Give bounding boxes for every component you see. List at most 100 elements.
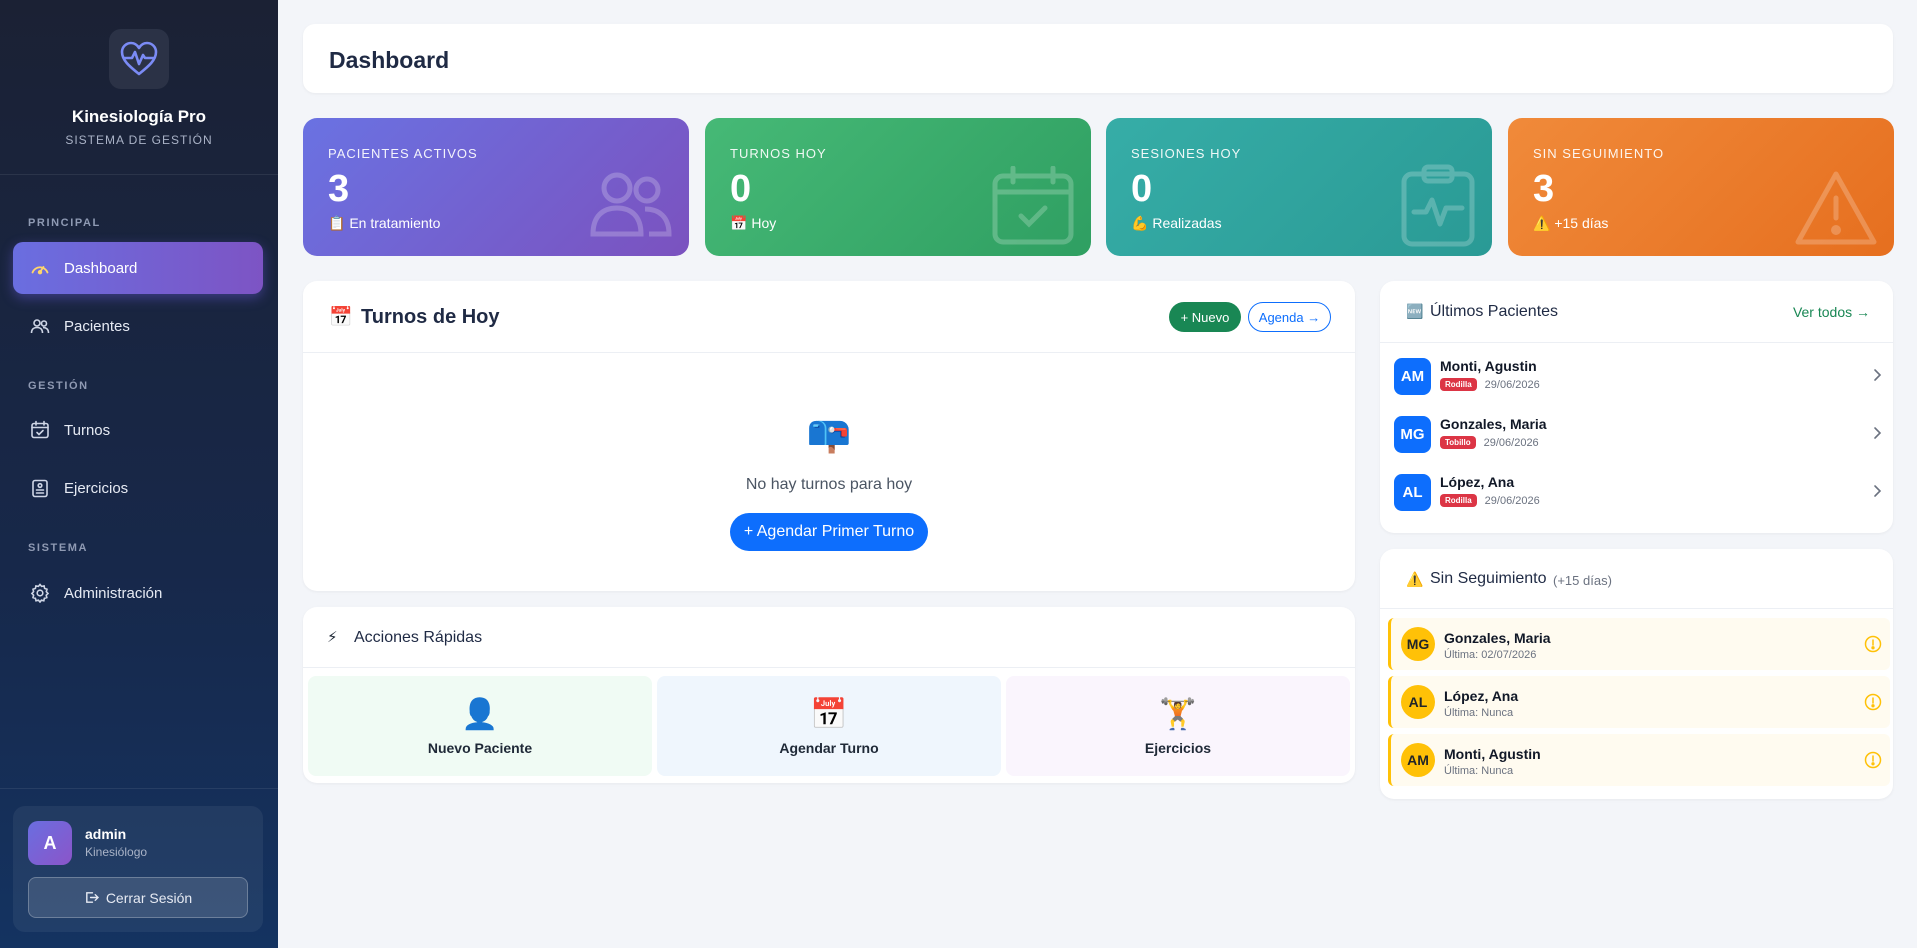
agendar-primer-turno-button[interactable]: + Agendar Primer Turno bbox=[730, 513, 928, 551]
quick-action-label: Nuevo Paciente bbox=[427, 740, 533, 756]
brand-subtitle: SISTEMA DE GESTIÓN bbox=[65, 133, 213, 147]
diagnosis-badge: Rodilla bbox=[1440, 494, 1477, 507]
sidebar-item-label: Turnos bbox=[64, 421, 111, 439]
calendar-check-icon bbox=[31, 420, 49, 439]
sidebar-item-pacientes[interactable]: Pacientes bbox=[13, 300, 263, 352]
avatar: A bbox=[28, 821, 72, 865]
heart-pulse-logo-icon bbox=[109, 29, 169, 89]
avatar: AL bbox=[1394, 474, 1431, 511]
brand-title: Kinesiología Pro bbox=[71, 107, 207, 126]
quick-action-ejercicios[interactable]: 🏋️ Ejercicios bbox=[1006, 676, 1350, 776]
patient-name: Gonzales, Maria bbox=[1444, 630, 1551, 646]
nav-section-principal: PRINCIPAL bbox=[28, 217, 101, 229]
chevron-right-icon bbox=[1874, 369, 1882, 381]
avatar: AM bbox=[1401, 743, 1435, 777]
sidebar-item-turnos[interactable]: Turnos bbox=[13, 404, 263, 456]
patient-name: Monti, Agustin bbox=[1444, 746, 1541, 762]
patient-name: López, Ana bbox=[1440, 474, 1515, 490]
stat-value: 3 bbox=[1533, 168, 1555, 210]
patient-date: 29/06/2026 bbox=[1483, 436, 1539, 449]
ultimos-pacientes-panel: 🆕 Últimos Pacientes Ver todos → AM Monti… bbox=[1380, 281, 1893, 533]
sidebar-divider bbox=[0, 788, 278, 789]
flexed-arm-icon: 💪 bbox=[1131, 215, 1149, 231]
alert-circle-icon bbox=[1864, 693, 1882, 711]
sidebar-item-label: Administración bbox=[64, 584, 163, 602]
nav-section-gestion: GESTIÓN bbox=[28, 380, 89, 392]
stat-value: 3 bbox=[328, 168, 350, 210]
logout-label: Cerrar Sesión bbox=[105, 889, 193, 906]
warning-icon: ⚠️ bbox=[1406, 571, 1424, 587]
warning-icon: ⚠️ bbox=[1533, 215, 1551, 231]
last-session: Última: 02/07/2026 bbox=[1444, 649, 1537, 661]
sidebar-item-label: Pacientes bbox=[64, 317, 130, 335]
patient-date: 29/06/2026 bbox=[1484, 378, 1540, 391]
list-item[interactable]: MG Gonzales, Maria Última: 02/07/2026 bbox=[1388, 618, 1890, 670]
user-card: A admin Kinesiólogo Cerrar Sesión bbox=[13, 806, 263, 932]
sin-seguimiento-header: ⚠️ Sin Seguimiento (+15 días) bbox=[1380, 549, 1893, 609]
users-icon bbox=[590, 172, 672, 237]
ver-todos-link[interactable]: Ver todos → bbox=[1793, 304, 1870, 320]
quick-action-label: Agendar Turno bbox=[779, 740, 879, 756]
quick-action-label: Ejercicios bbox=[1144, 740, 1212, 756]
list-item[interactable]: AL López, Ana Última: Nunca bbox=[1388, 676, 1890, 728]
sin-seguimiento-title: Sin Seguimiento bbox=[1430, 570, 1547, 587]
turnos-panel-header: 📅 Turnos de Hoy + Nuevo Agenda → bbox=[303, 281, 1355, 353]
stat-card-sin-seguimiento[interactable]: SIN SEGUIMIENTO 3 ⚠️ +15 días bbox=[1508, 118, 1894, 256]
avatar: AM bbox=[1394, 358, 1431, 395]
patient-name: Gonzales, Maria bbox=[1440, 416, 1547, 432]
stat-subtext: 📅 Hoy bbox=[730, 215, 777, 231]
stat-value: 0 bbox=[730, 168, 752, 210]
gauge-icon bbox=[31, 266, 49, 275]
patient-name: López, Ana bbox=[1444, 688, 1519, 704]
stat-label: SIN SEGUIMIENTO bbox=[1533, 146, 1665, 161]
avatar: MG bbox=[1394, 416, 1431, 453]
turnos-title: Turnos de Hoy bbox=[361, 306, 500, 328]
ultimos-pacientes-title: Últimos Pacientes bbox=[1430, 303, 1559, 320]
calendar-icon: 📅 bbox=[329, 307, 353, 328]
user-name: admin bbox=[85, 826, 127, 842]
patient-name: Monti, Agustin bbox=[1440, 358, 1537, 374]
new-badge-icon: 🆕 bbox=[1406, 303, 1424, 319]
quick-action-nuevo-paciente[interactable]: 👤 Nuevo Paciente bbox=[308, 676, 652, 776]
stat-card-pacientes-activos[interactable]: PACIENTES ACTIVOS 3 📋 En tratamiento bbox=[303, 118, 689, 256]
last-session: Última: Nunca bbox=[1444, 765, 1514, 777]
agenda-button[interactable]: Agenda → bbox=[1248, 302, 1331, 332]
nuevo-turno-button[interactable]: + Nuevo bbox=[1169, 302, 1241, 332]
person-icon: 👤 bbox=[461, 698, 499, 731]
empty-state-text: No hay turnos para hoy bbox=[745, 476, 913, 493]
stat-card-turnos-hoy[interactable]: TURNOS HOY 0 📅 Hoy bbox=[705, 118, 1091, 256]
sidebar: Kinesiología Pro SISTEMA DE GESTIÓN PRIN… bbox=[0, 0, 278, 948]
logout-button[interactable]: Cerrar Sesión bbox=[28, 877, 248, 918]
nav-section-sistema: SISTEMA bbox=[28, 542, 89, 554]
sin-seguimiento-panel: ⚠️ Sin Seguimiento (+15 días) MG Gonzale… bbox=[1380, 549, 1893, 799]
quick-actions-title: Acciones Rápidas bbox=[354, 629, 483, 646]
diagnosis-badge: Rodilla bbox=[1440, 378, 1477, 391]
weightlifter-icon: 🏋️ bbox=[1159, 698, 1197, 731]
stat-card-sesiones-hoy[interactable]: SESIONES HOY 0 💪 Realizadas bbox=[1106, 118, 1492, 256]
stat-label: TURNOS HOY bbox=[730, 146, 827, 161]
list-item[interactable]: AM Monti, Agustin Última: Nunca bbox=[1388, 734, 1890, 786]
warning-triangle-icon bbox=[1795, 171, 1877, 245]
gear-icon bbox=[30, 583, 50, 603]
page-header: Dashboard bbox=[303, 24, 1893, 93]
lightning-icon: ⚡ bbox=[327, 629, 338, 646]
sidebar-item-label: Dashboard bbox=[64, 259, 138, 277]
list-item[interactable]: MG Gonzales, Maria Tobillo 29/06/2026 bbox=[1392, 410, 1892, 462]
sin-seguimiento-suffix: (+15 días) bbox=[1553, 573, 1612, 588]
sidebar-item-dashboard[interactable]: Dashboard bbox=[13, 242, 263, 294]
sidebar-item-administracion[interactable]: Administración bbox=[13, 567, 263, 619]
list-item[interactable]: AL López, Ana Rodilla 29/06/2026 bbox=[1392, 468, 1892, 520]
avatar: MG bbox=[1401, 627, 1435, 661]
clipboard-list-icon bbox=[32, 479, 48, 498]
stat-label: PACIENTES ACTIVOS bbox=[328, 146, 478, 161]
brand: Kinesiología Pro SISTEMA DE GESTIÓN bbox=[0, 0, 278, 175]
chevron-right-icon bbox=[1874, 427, 1882, 439]
sidebar-item-ejercicios[interactable]: Ejercicios bbox=[13, 462, 263, 514]
stat-subtext: 📋 En tratamiento bbox=[328, 215, 441, 231]
clipboard-pulse-icon bbox=[1401, 164, 1475, 247]
list-item[interactable]: AM Monti, Agustin Rodilla 29/06/2026 bbox=[1392, 352, 1892, 404]
logout-icon bbox=[85, 892, 99, 903]
stat-subtext: 💪 Realizadas bbox=[1131, 215, 1222, 231]
quick-action-agendar-turno[interactable]: 📅 Agendar Turno bbox=[657, 676, 1001, 776]
mailbox-icon: 📪 bbox=[806, 413, 852, 454]
